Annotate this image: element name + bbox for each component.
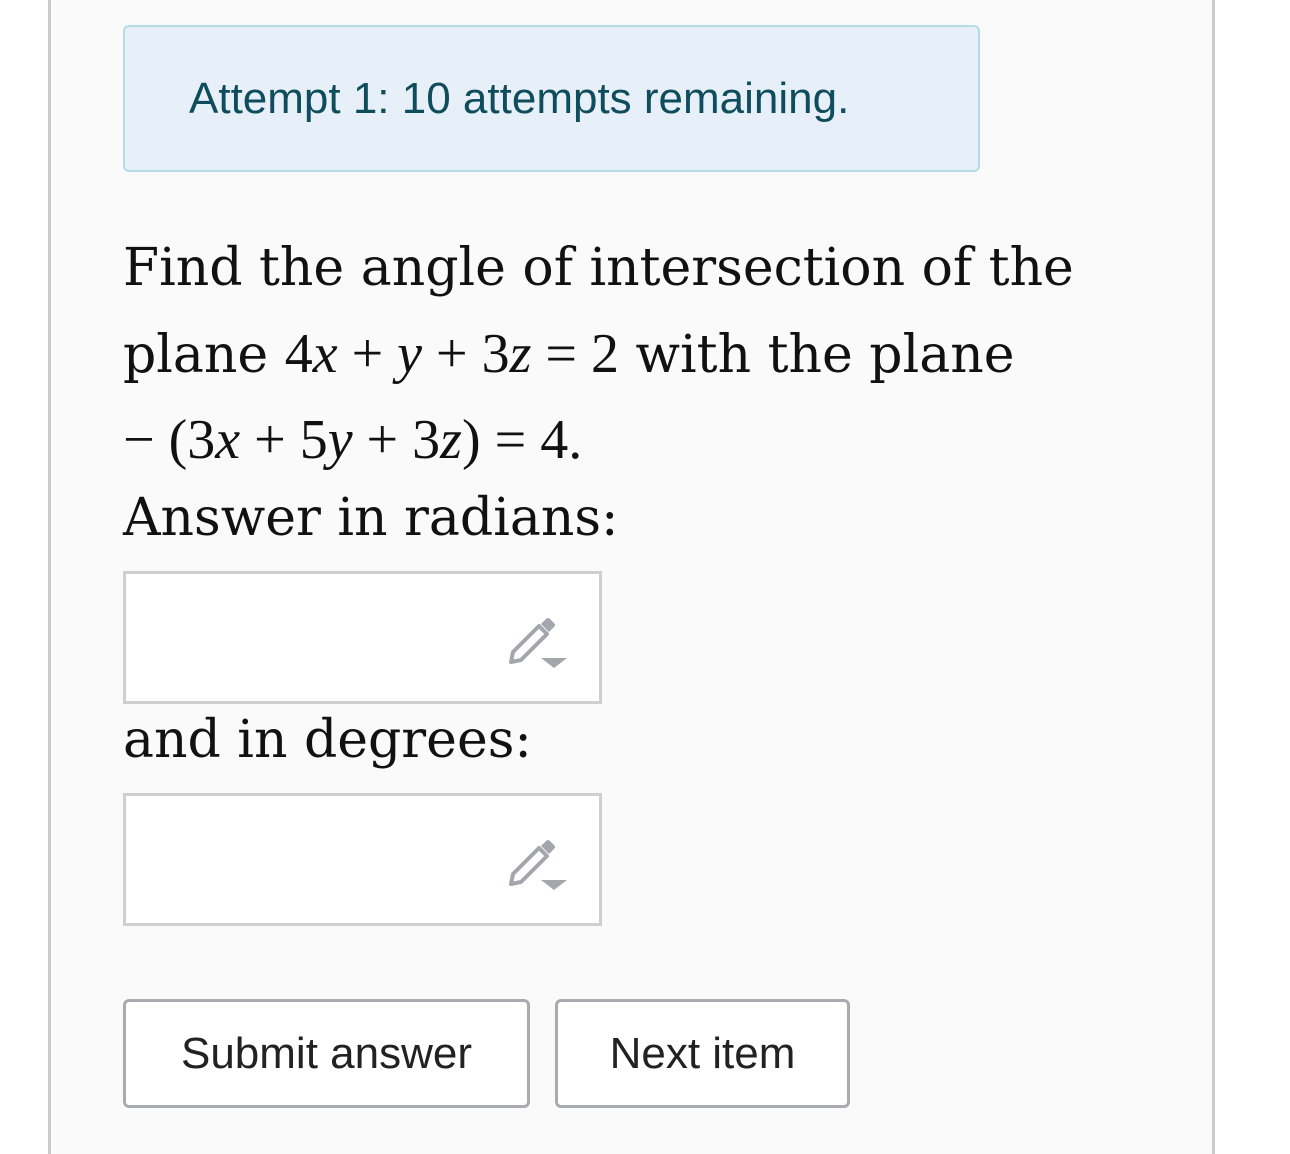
degrees-answer-box[interactable]: [123, 793, 602, 926]
pencil-dropdown-icon[interactable]: [505, 836, 569, 892]
attempts-banner: Attempt 1: 10 attempts remaining.: [123, 25, 980, 172]
question-text: Find the angle of intersection of the pl…: [123, 225, 1083, 483]
radians-answer-box[interactable]: [123, 571, 602, 704]
next-item-button[interactable]: Next item: [555, 999, 850, 1108]
pencil-dropdown-icon[interactable]: [505, 614, 569, 670]
attempts-text: Attempt 1: 10 attempts remaining.: [189, 73, 850, 123]
radians-label: Answer in radians:: [123, 488, 619, 548]
degrees-label: and in degrees:: [123, 710, 532, 770]
question-line-2: plane 4x + y + 3z = 2 with the plane: [123, 323, 1015, 385]
plane-1-equation: 4x + y + 3z = 2: [284, 323, 620, 385]
plane-2-equation: − (3x + 5y + 3z) = 4.: [123, 409, 583, 471]
submit-answer-button[interactable]: Submit answer: [123, 999, 530, 1108]
question-line-1: Find the angle of intersection of the: [123, 238, 1074, 298]
question-line-3: − (3x + 5y + 3z) = 4.: [123, 397, 1083, 483]
